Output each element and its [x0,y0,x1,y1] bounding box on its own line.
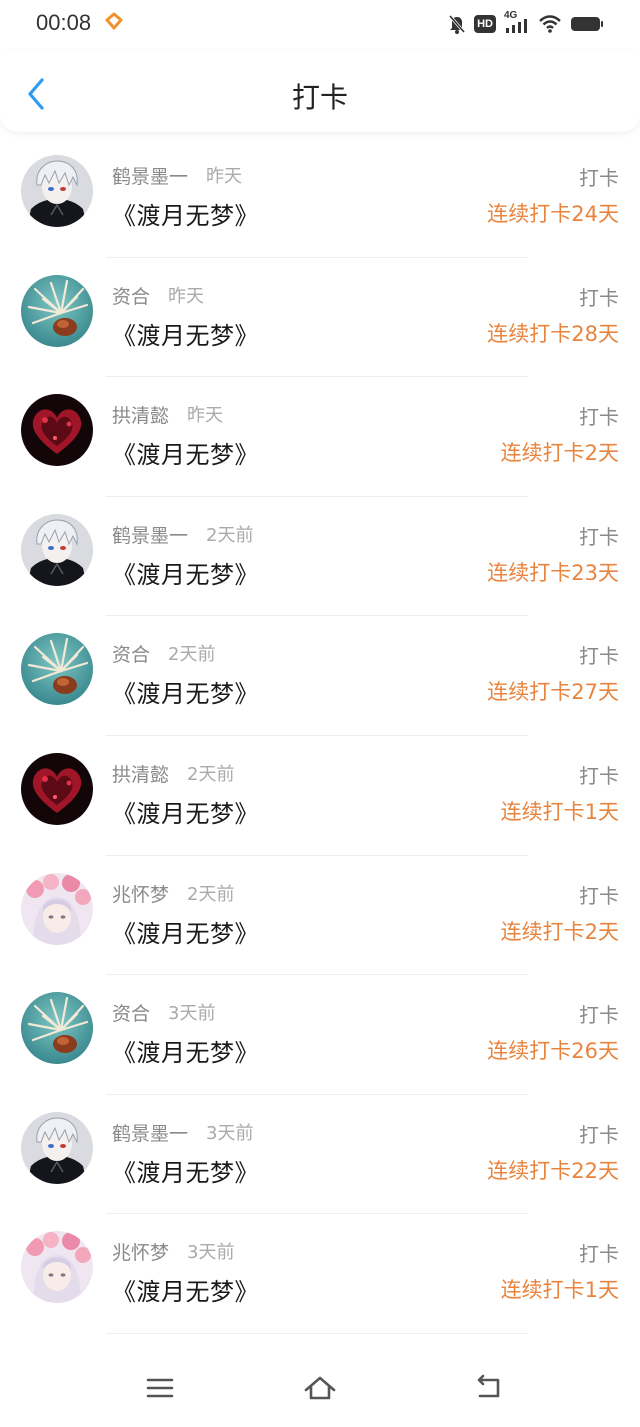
checkin-time: 3天前 [187,1242,235,1264]
user-avatar[interactable] [21,394,93,467]
checkin-time: 昨天 [206,166,242,187]
checkin-time: 3天前 [168,1003,216,1025]
checkin-time: 2天前 [187,763,235,785]
action-label: 打卡 [579,285,619,310]
menu-button[interactable] [140,1374,180,1406]
user-name[interactable]: 兆怀梦 [112,1238,169,1265]
user-avatar[interactable] [21,1111,93,1184]
action-label: 打卡 [579,405,619,430]
user-name[interactable]: 鹤景墨一 [112,162,188,189]
checkin-time: 昨天 [187,405,223,427]
checkin-row[interactable]: 兆怀梦 3天前《渡月无梦》 打卡连续打卡1天 [0,1214,640,1334]
user-name[interactable]: 鹤景墨一 [112,1119,188,1146]
user-avatar[interactable] [21,633,93,706]
user-avatar[interactable] [21,992,93,1065]
checkin-time: 2天前 [168,644,216,666]
streak-count: 连续打卡23天 [487,560,619,585]
action-label: 打卡 [579,763,619,788]
book-title[interactable]: 《渡月无梦》 [112,196,259,231]
user-name[interactable]: 资合 [112,999,150,1026]
checkin-row[interactable]: 兆怀梦 2天前《渡月无梦》 打卡连续打卡2天 [0,856,640,976]
user-avatar[interactable] [21,513,93,586]
page-title: 打卡 [291,81,348,114]
action-label: 打卡 [579,524,619,549]
user-name[interactable]: 拱清懿 [112,760,169,787]
action-label: 打卡 [579,883,619,908]
back-return-icon [472,1374,504,1406]
book-title[interactable]: 《渡月无梦》 [112,674,259,709]
checkin-row[interactable]: 鹤景墨一 3天前《渡月无梦》 打卡连续打卡22天 [0,1095,640,1215]
streak-count: 连续打卡27天 [487,680,619,705]
book-title[interactable]: 《渡月无梦》 [112,914,259,949]
checkin-list: 鹤景墨一 昨天 《渡月无梦》 打卡 连续打卡24天 资合 昨天 《渡月无梦》 打卡 连续打卡28天… [0,138,640,1334]
streak-count: 连续打卡2天 [500,919,619,944]
user-name[interactable]: 资合 [112,640,150,667]
back-nav-button[interactable] [468,1374,508,1406]
book-title[interactable]: 《渡月无梦》 [112,794,259,829]
action-label: 打卡 [579,644,619,669]
book-title[interactable]: 《渡月无梦》 [112,1272,259,1307]
hd-icon: HD [474,15,496,33]
action-label: 打卡 [579,1242,619,1267]
4g-signal-icon: 4G [504,10,530,35]
streak-count: 连续打卡26天 [487,1039,619,1064]
row-divider [106,1332,528,1334]
checkin-row[interactable]: 资合 2天前《渡月无梦》 打卡连续打卡27天 [0,616,640,736]
status-icons: HD 4G [448,10,604,36]
menu-icon [145,1376,175,1404]
checkin-row[interactable]: 拱清懿 2天前《渡月无梦》 打卡连续打卡1天 [0,736,640,856]
book-title[interactable]: 《渡月无梦》 [112,1033,259,1068]
user-name[interactable]: 兆怀梦 [112,880,169,907]
checkin-time: 2天前 [206,524,254,546]
home-icon [302,1374,338,1406]
checkin-row[interactable]: 鹤景墨一 昨天《渡月无梦》 打卡连续打卡24天 [0,138,640,258]
action-label: 打卡 [579,166,619,190]
user-avatar[interactable] [21,872,93,945]
action-label: 打卡 [579,1122,619,1147]
user-name[interactable]: 拱清懿 [112,401,169,428]
streak-count: 连续打卡2天 [500,441,619,466]
status-time: 00:08 [36,10,92,35]
streak-count: 连续打卡24天 [487,202,619,226]
book-title[interactable]: 《渡月无梦》 [112,316,259,351]
book-title[interactable]: 《渡月无梦》 [112,555,259,590]
user-avatar[interactable] [21,155,93,227]
checkin-row[interactable]: 鹤景墨一 2天前《渡月无梦》 打卡连续打卡23天 [0,497,640,617]
battery-icon [570,15,604,33]
user-name[interactable]: 鹤景墨一 [112,521,188,548]
checkin-row[interactable]: 资合 3天前《渡月无梦》 打卡连续打卡26天 [0,975,640,1095]
checkin-time: 3天前 [206,1122,254,1144]
book-title[interactable]: 《渡月无梦》 [112,435,259,470]
checkin-row[interactable]: 资合 昨天《渡月无梦》 打卡连续打卡28天 [0,258,640,378]
app-heart-icon [104,12,124,32]
user-name[interactable]: 资合 [112,282,150,309]
streak-count: 连续打卡1天 [500,799,619,824]
system-nav-bar [0,1350,640,1427]
book-title[interactable]: 《渡月无梦》 [112,1153,259,1188]
user-avatar[interactable] [21,274,93,347]
status-bar: 00:08 HD 4G [0,0,640,50]
header: 打卡 [0,50,640,132]
wifi-icon [538,14,562,34]
action-label: 打卡 [579,1003,619,1028]
checkin-time: 2天前 [187,883,235,905]
user-avatar[interactable] [21,752,93,825]
mute-bell-icon [448,14,466,34]
home-button[interactable] [300,1374,340,1406]
streak-count: 连续打卡28天 [487,321,619,346]
user-avatar[interactable] [21,1231,93,1304]
checkin-row[interactable]: 拱清懿 昨天《渡月无梦》 打卡连续打卡2天 [0,377,640,497]
checkin-time: 昨天 [168,285,204,307]
streak-count: 连续打卡22天 [487,1158,619,1183]
streak-count: 连续打卡1天 [500,1278,619,1303]
